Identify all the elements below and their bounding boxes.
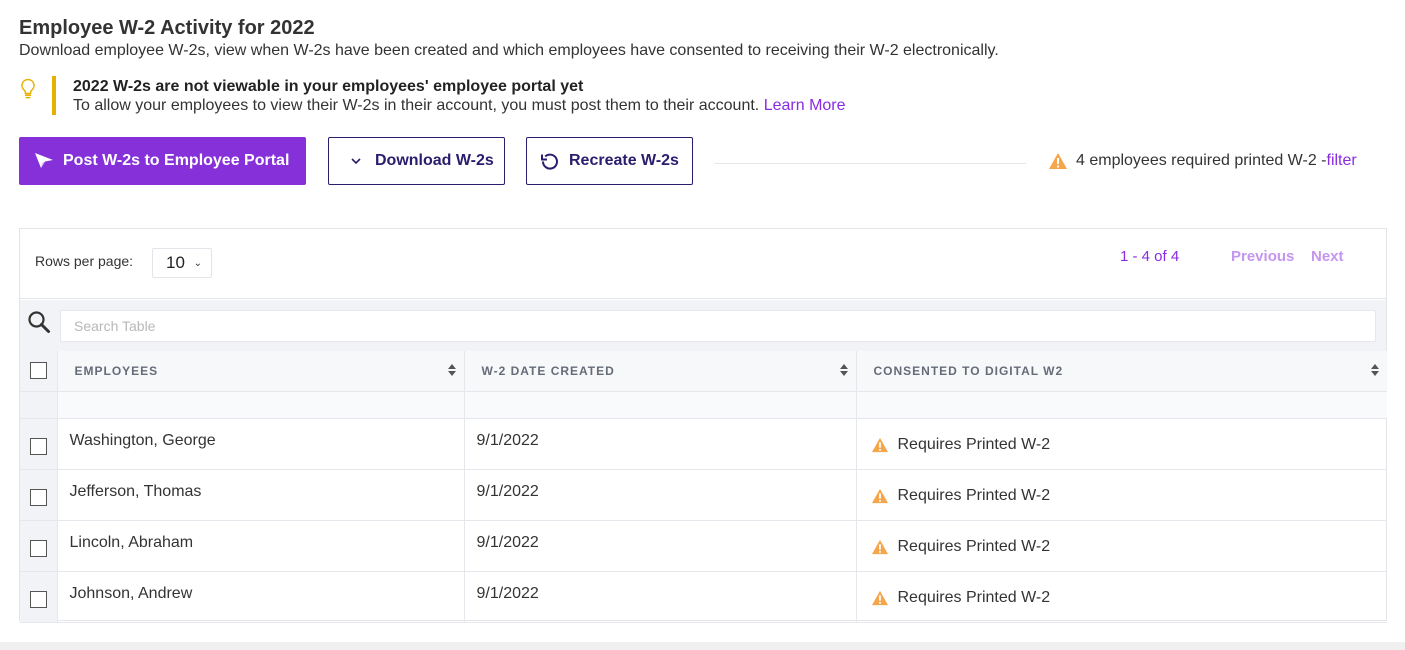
sort-icon[interactable]	[447, 362, 457, 378]
consent-text: Requires Printed W-2	[897, 588, 1051, 606]
warning-icon	[871, 539, 888, 554]
row-select-cell	[20, 469, 58, 521]
notice-text: To allow your employees to view their W-…	[73, 97, 760, 114]
consent-text: Requires Printed W-2	[897, 435, 1051, 453]
warning-icon	[871, 437, 888, 452]
paper-plane-icon	[33, 150, 55, 172]
row-checkbox[interactable]	[29, 489, 47, 506]
table-row: Washington, George 9/1/2022 Requires Pri…	[20, 418, 1387, 470]
row-select-cell	[20, 571, 58, 623]
filter-cell	[20, 391, 58, 419]
chevron-down-icon: ⌄	[193, 258, 202, 269]
divider	[714, 163, 1026, 164]
filter-cell	[57, 391, 465, 419]
row-checkbox[interactable]	[29, 438, 47, 455]
notice-title: 2022 W-2s are not viewable in your emplo…	[73, 78, 584, 95]
page-footer-strip	[0, 642, 1405, 650]
post-button-label: Post W-2s to Employee Portal	[63, 152, 290, 169]
consent-text: Requires Printed W-2	[897, 537, 1051, 555]
sort-icon[interactable]	[1370, 362, 1380, 378]
notice-accent-bar	[52, 76, 56, 115]
pager-count: 1 - 4 of 4	[1120, 248, 1180, 265]
row-select-cell	[20, 418, 58, 470]
next-page-button[interactable]: Next	[1311, 248, 1344, 265]
search-table-input[interactable]	[60, 310, 1376, 342]
date-created: 9/1/2022	[464, 520, 857, 572]
employee-name: Jefferson, Thomas	[57, 469, 465, 521]
lightbulb-icon	[21, 78, 35, 99]
date-created: 9/1/2022	[464, 469, 857, 521]
filter-cell	[464, 391, 857, 419]
date-created: 9/1/2022	[464, 418, 857, 470]
consent-text: Requires Printed W-2	[897, 486, 1051, 504]
filter-cell	[856, 391, 1387, 419]
sort-icon[interactable]	[839, 362, 849, 378]
warning-icon	[1049, 153, 1067, 169]
column-header-employees[interactable]: EMPLOYEES	[57, 351, 465, 392]
column-header-consented[interactable]: CONSENTED TO DIGITAL W2	[856, 351, 1387, 392]
filter-row	[20, 391, 1387, 419]
table-row: Jefferson, Thomas 9/1/2022 Requires Prin…	[20, 469, 1387, 521]
table-row: Johnson, Andrew 9/1/2022 Requires Printe…	[20, 571, 1387, 623]
consent-status: Requires Printed W-2	[856, 571, 1387, 623]
learn-more-link[interactable]: Learn More	[764, 97, 846, 114]
warning-icon	[871, 590, 888, 605]
table-row: Lincoln, Abraham 9/1/2022 Requires Print…	[20, 520, 1387, 572]
recreate-w2s-button[interactable]: Recreate W-2s	[526, 137, 693, 185]
page-subtitle: Download employee W-2s, view when W-2s h…	[19, 42, 999, 59]
date-created: 9/1/2022	[464, 571, 857, 623]
post-to-portal-button[interactable]: Post W-2s to Employee Portal	[19, 137, 306, 185]
w2-table-card: Rows per page: 10 ⌄ 1 - 4 of 4 Previous …	[19, 228, 1387, 623]
page-title: Employee W-2 Activity for 2022	[19, 17, 315, 39]
chevron-down-icon	[345, 150, 367, 172]
table-search-bar	[20, 300, 1386, 351]
select-all-cell	[20, 351, 58, 392]
portal-notice: 2022 W-2s are not viewable in your emplo…	[19, 76, 919, 115]
row-select-cell	[20, 520, 58, 572]
consent-status: Requires Printed W-2	[856, 418, 1387, 470]
column-header-date-created[interactable]: W-2 DATE CREATED	[464, 351, 857, 392]
printed-w2-summary: 4 employees required printed W-2 - filte…	[1048, 152, 1357, 170]
row-checkbox[interactable]	[29, 591, 47, 608]
row-checkbox[interactable]	[29, 540, 47, 557]
w2-table: EMPLOYEES W-2 DATE CREATED CONSENTED TO …	[20, 351, 1387, 623]
consent-status: Requires Printed W-2	[856, 520, 1387, 572]
refresh-icon	[539, 150, 561, 172]
warning-icon	[871, 488, 888, 503]
table-header-row: EMPLOYEES W-2 DATE CREATED CONSENTED TO …	[20, 351, 1387, 392]
table-toolbar: Rows per page: 10 ⌄ 1 - 4 of 4 Previous …	[20, 229, 1386, 299]
consent-status: Requires Printed W-2	[856, 469, 1387, 521]
filter-link[interactable]: filter	[1327, 152, 1357, 170]
search-icon	[28, 311, 50, 333]
summary-text: 4 employees required printed W-2 -	[1076, 152, 1327, 169]
recreate-button-label: Recreate W-2s	[569, 152, 679, 169]
employee-name: Washington, George	[57, 418, 465, 470]
notice-body: To allow your employees to view their W-…	[73, 97, 846, 115]
select-all-checkbox[interactable]	[29, 362, 47, 380]
employee-name: Lincoln, Abraham	[57, 520, 465, 572]
download-button-label: Download W-2s	[375, 152, 494, 169]
previous-page-button[interactable]: Previous	[1231, 248, 1294, 265]
employee-name: Johnson, Andrew	[57, 571, 465, 623]
rows-per-page-select[interactable]: 10 ⌄	[152, 248, 212, 278]
rows-per-page-label: Rows per page:	[35, 253, 134, 269]
rows-per-page-value: 10	[166, 253, 185, 272]
download-w2s-button[interactable]: Download W-2s	[328, 137, 505, 185]
